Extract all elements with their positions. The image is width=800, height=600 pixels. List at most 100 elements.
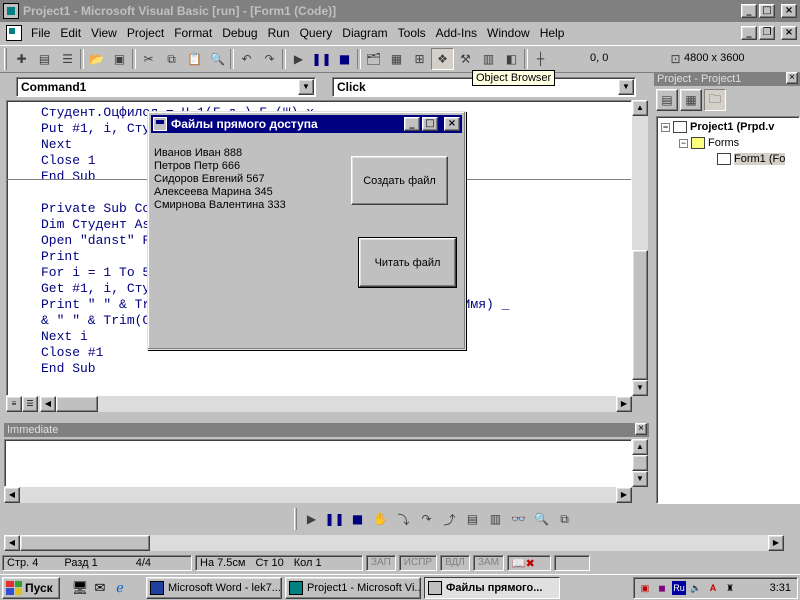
step-into-icon[interactable]: ⤵	[392, 508, 415, 530]
form-close-button[interactable]: ×	[444, 117, 460, 131]
end-icon[interactable]: ■	[333, 48, 356, 70]
menu-addins[interactable]: Add-Ins	[431, 26, 482, 40]
scroll-thumb[interactable]	[632, 455, 648, 471]
menu-window[interactable]: Window	[482, 26, 535, 40]
immediate-vertical-scrollbar[interactable]: ▲ ▼	[632, 439, 648, 487]
status-trk[interactable]: ИСПР	[398, 555, 438, 571]
taskbar-form[interactable]: Файлы прямого...	[424, 576, 560, 599]
code-line[interactable]: & " " & Trim(Ст	[41, 313, 158, 329]
object-combo[interactable]: Command1 ▼	[16, 77, 316, 97]
chevron-down-icon[interactable]: ▼	[298, 79, 314, 95]
component-manager-icon[interactable]: ◧	[500, 48, 523, 70]
scroll-thumb[interactable]	[632, 250, 648, 380]
chevron-down-icon[interactable]: ▼	[618, 79, 634, 95]
create-file-button[interactable]: Создать файл	[351, 156, 448, 205]
scroll-down-icon[interactable]: ▼	[632, 471, 648, 487]
tree-node-forms[interactable]: − Forms	[679, 137, 739, 149]
menu-editor-icon[interactable]: ☰	[56, 48, 79, 70]
minimize-button[interactable]: _	[741, 4, 757, 18]
form-icon[interactable]	[153, 117, 167, 131]
close-icon[interactable]: ×	[635, 423, 647, 435]
menu-format[interactable]: Format	[169, 26, 217, 40]
toggle-breakpoint-icon[interactable]: ✋	[369, 508, 392, 530]
open-project-icon[interactable]: 📂	[85, 48, 108, 70]
maximize-button[interactable]: □	[759, 4, 775, 18]
status-ext[interactable]: ВДЛ	[440, 555, 470, 571]
clock[interactable]: 3:31	[770, 582, 791, 594]
main-title-bar[interactable]: Project1 - Microsoft Visual Basic [run] …	[0, 0, 800, 22]
scroll-up-icon[interactable]: ▲	[632, 439, 648, 455]
menu-help[interactable]: Help	[535, 26, 570, 40]
code-line[interactable]: End Sub	[41, 361, 96, 377]
redo-icon[interactable]: ↷	[258, 48, 281, 70]
call-stack-icon[interactable]: ⧉	[553, 508, 576, 530]
tree-node-form1[interactable]: Form1 (Fo	[717, 153, 786, 165]
end-icon[interactable]: ■	[346, 508, 369, 530]
locals-window-icon[interactable]: ▤	[461, 508, 484, 530]
scroll-thumb[interactable]	[56, 396, 98, 412]
position-icon[interactable]: ┼	[529, 48, 552, 70]
scroll-right-icon[interactable]: ▶	[768, 535, 784, 551]
code-line[interactable]: Dim Студент As	[41, 217, 150, 233]
scroll-right-icon[interactable]: ▶	[616, 487, 632, 503]
code-vertical-scrollbar[interactable]: ▲ ▼	[632, 100, 648, 396]
tree-node-project[interactable]: − Project1 (Prpd.v	[661, 121, 774, 133]
code-line[interactable]: End Sub	[41, 169, 96, 185]
scroll-left-icon[interactable]: ◀	[40, 396, 56, 412]
toggle-folders-icon[interactable]: 🗀	[704, 89, 726, 111]
code-horizontal-scrollbar[interactable]: ≡ ☰ ◀ ▶	[6, 396, 632, 412]
mdi-horizontal-scrollbar[interactable]: ◀ ▶	[4, 535, 784, 551]
status-ovr[interactable]: ЗАМ	[472, 555, 504, 571]
cut-icon[interactable]: ✂	[137, 48, 160, 70]
spelling-status-icon[interactable]: 📖✖	[506, 555, 551, 571]
form-minimize-button[interactable]: _	[404, 117, 420, 131]
undo-icon[interactable]: ↶	[235, 48, 258, 70]
start-icon[interactable]: ▶	[287, 48, 310, 70]
tray-app-icon[interactable]: ♜	[723, 581, 737, 595]
break-icon[interactable]: ❚❚	[323, 508, 346, 530]
taskbar-vb[interactable]: Project1 - Microsoft Vi...	[285, 576, 421, 599]
quick-watch-icon[interactable]: 🔍	[530, 508, 553, 530]
full-module-view-icon[interactable]: ☰	[22, 396, 38, 412]
immediate-horizontal-scrollbar[interactable]: ◀ ▶	[4, 487, 632, 503]
menu-file[interactable]: File	[26, 26, 55, 40]
close-icon[interactable]: ×	[786, 72, 798, 84]
form-title-bar[interactable]: Файлы прямого доступа _ □ ×	[151, 115, 462, 133]
start-icon[interactable]: ▶	[300, 508, 323, 530]
scroll-left-icon[interactable]: ◀	[4, 487, 20, 503]
running-form-window[interactable]: Файлы прямого доступа _ □ × Иванов Иван …	[147, 111, 466, 350]
child-close-button[interactable]: ×	[781, 26, 797, 40]
step-out-icon[interactable]: ⤴	[438, 508, 461, 530]
code-line[interactable]: Next i	[41, 329, 88, 345]
menu-view[interactable]: View	[86, 26, 122, 40]
step-over-icon[interactable]: ↷	[415, 508, 438, 530]
view-object-icon[interactable]: ▦	[680, 89, 702, 111]
watch-window-icon[interactable]: 👓	[507, 508, 530, 530]
ati-icon[interactable]: A	[706, 581, 720, 595]
project-explorer-title[interactable]: Project - Project1 ×	[654, 72, 800, 86]
read-file-button[interactable]: Читать файл	[358, 237, 457, 288]
volume-icon[interactable]: 🔈	[689, 581, 703, 595]
menu-run[interactable]: Run	[263, 26, 295, 40]
scroll-up-icon[interactable]: ▲	[632, 100, 648, 116]
vb-app-icon[interactable]	[3, 3, 19, 19]
code-line[interactable]: Close #1	[41, 345, 103, 361]
project-explorer-icon[interactable]: 🗂	[362, 48, 385, 70]
scroll-down-icon[interactable]: ▼	[632, 380, 648, 396]
code-line[interactable]: Print	[41, 249, 80, 265]
immediate-window-icon[interactable]: ▥	[484, 508, 507, 530]
menu-tools[interactable]: Tools	[393, 26, 431, 40]
code-line[interactable]: Next	[41, 137, 72, 153]
child-restore-button[interactable]: ❐	[759, 26, 775, 40]
toolbox-icon[interactable]: ⚒	[454, 48, 477, 70]
start-button[interactable]: Пуск	[2, 576, 60, 599]
tray-app-icon[interactable]: ▣	[638, 581, 652, 595]
form-maximize-button[interactable]: □	[422, 117, 438, 131]
toolbar-grip[interactable]	[4, 48, 7, 70]
data-view-icon[interactable]: ▥	[477, 48, 500, 70]
code-line[interactable]: Close 1	[41, 153, 96, 169]
language-indicator[interactable]: Ru	[672, 581, 686, 595]
add-project-icon[interactable]: ✚	[10, 48, 33, 70]
object-browser-icon[interactable]: ❖	[431, 48, 454, 70]
break-icon[interactable]: ❚❚	[310, 48, 333, 70]
